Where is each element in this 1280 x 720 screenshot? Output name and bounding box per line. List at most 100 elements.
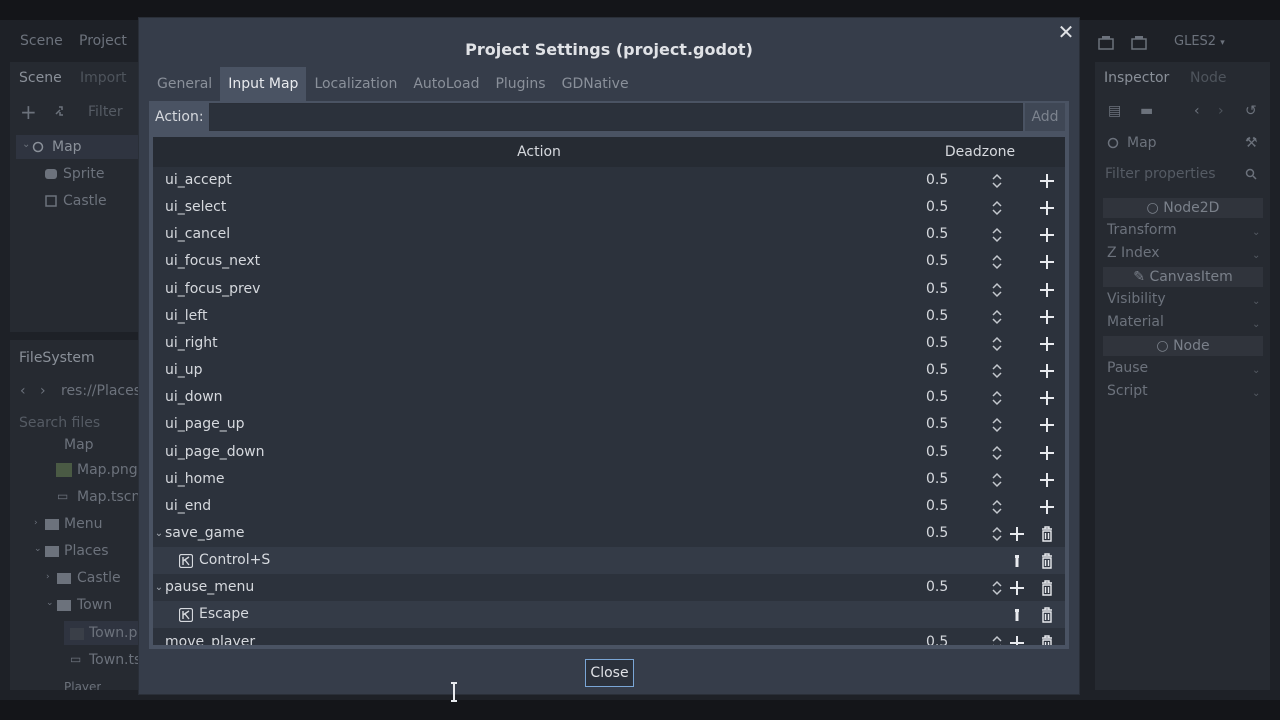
add-event-button[interactable]: [1007, 524, 1027, 544]
action-row[interactable]: ui_up 0.5: [153, 357, 1065, 384]
deadzone-value[interactable]: 0.5: [926, 167, 948, 194]
filesystem-path[interactable]: res://Places: [61, 383, 141, 399]
tab-autoload[interactable]: AutoLoad: [405, 67, 487, 101]
add-event-button[interactable]: [1037, 334, 1057, 354]
deadzone-value[interactable]: 0.5: [926, 330, 948, 357]
deadzone-value[interactable]: 0.5: [926, 303, 948, 330]
deadzone-value[interactable]: 0.5: [926, 574, 948, 601]
link-icon[interactable]: [53, 104, 69, 118]
history-icon[interactable]: ↺: [1245, 103, 1257, 119]
deadzone-value[interactable]: 0.5: [926, 357, 948, 384]
inspector-group-pause[interactable]: Pause: [1107, 360, 1148, 376]
deadzone-value[interactable]: 0.5: [926, 221, 948, 248]
deadzone-spinner-icon[interactable]: [991, 445, 1003, 461]
inspector-group-script[interactable]: Script: [1107, 383, 1148, 399]
filesystem-search-input[interactable]: Search files: [19, 415, 100, 431]
deadzone-value[interactable]: 0.5: [926, 466, 948, 493]
add-event-button[interactable]: [1037, 307, 1057, 327]
add-event-button[interactable]: [1037, 198, 1057, 218]
object-properties-icon[interactable]: ⚒: [1245, 135, 1258, 151]
remove-action-button[interactable]: [1037, 578, 1057, 598]
deadzone-spinner-icon[interactable]: [991, 309, 1003, 325]
tab-plugins[interactable]: Plugins: [487, 67, 553, 101]
expand-arrow-icon[interactable]: ⌄: [46, 598, 54, 608]
deadzone-spinner-icon[interactable]: [991, 227, 1003, 243]
scene-filter-input[interactable]: Filter: [88, 104, 123, 120]
action-row[interactable]: ui_left 0.5: [153, 303, 1065, 330]
add-event-button[interactable]: [1037, 497, 1057, 517]
action-row[interactable]: move_player 0.5: [153, 629, 1065, 646]
forward-arrow-icon[interactable]: ›: [40, 383, 46, 399]
expand-arrow-icon[interactable]: ⌄: [153, 574, 165, 601]
add-event-button[interactable]: [1037, 280, 1057, 300]
collapse-arrow-icon[interactable]: ⌄: [22, 139, 30, 150]
add-action-button[interactable]: Add: [1025, 103, 1065, 131]
deadzone-spinner-icon[interactable]: [991, 173, 1003, 189]
add-event-button[interactable]: [1037, 171, 1057, 191]
remove-event-button[interactable]: [1037, 551, 1057, 571]
history-back-icon[interactable]: ‹: [1194, 103, 1200, 119]
tab-node[interactable]: Node: [1190, 70, 1227, 86]
tab-import[interactable]: Import: [80, 70, 126, 86]
action-row[interactable]: ui_end 0.5: [153, 493, 1065, 520]
inspector-group-zindex[interactable]: Z Index: [1107, 245, 1160, 261]
add-event-button[interactable]: [1037, 388, 1057, 408]
close-button[interactable]: Close: [585, 659, 634, 687]
deadzone-spinner-icon[interactable]: [991, 499, 1003, 515]
play-scene-icon[interactable]: [1098, 36, 1114, 50]
menu-project[interactable]: Project: [79, 33, 127, 49]
add-event-button[interactable]: [1037, 415, 1057, 435]
fs-item-town[interactable]: Town: [77, 597, 112, 613]
fs-item-places[interactable]: Places: [64, 543, 109, 559]
deadzone-value[interactable]: 0.5: [926, 629, 948, 646]
deadzone-value[interactable]: 0.5: [926, 248, 948, 275]
deadzone-spinner-icon[interactable]: [991, 363, 1003, 379]
deadzone-value[interactable]: 0.5: [926, 276, 948, 303]
fs-item-menu[interactable]: Menu: [64, 516, 102, 532]
scene-tree-label-sprite[interactable]: Sprite: [63, 166, 105, 182]
add-event-button[interactable]: [1007, 633, 1027, 645]
deadzone-value[interactable]: 0.5: [926, 439, 948, 466]
action-row[interactable]: ⌄ pause_menu 0.5: [153, 574, 1065, 601]
deadzone-spinner-icon[interactable]: [991, 282, 1003, 298]
fs-item-map-tscn[interactable]: Map.tscn: [77, 489, 140, 505]
expand-arrow-icon[interactable]: ⌄: [153, 520, 165, 547]
history-forward-icon[interactable]: ›: [1218, 103, 1224, 119]
action-row[interactable]: ui_page_up 0.5: [153, 411, 1065, 438]
close-icon[interactable]: ✕: [1057, 22, 1075, 42]
event-row[interactable]: Control+S: [153, 547, 1065, 575]
add-event-button[interactable]: [1037, 470, 1057, 490]
collapse-arrow-icon[interactable]: ›: [34, 518, 38, 528]
action-row[interactable]: ui_right 0.5: [153, 330, 1065, 357]
add-event-button[interactable]: [1007, 578, 1027, 598]
deadzone-spinner-icon[interactable]: [991, 472, 1003, 488]
tree-scrollbar[interactable]: [1059, 167, 1065, 645]
play-custom-icon[interactable]: [1131, 36, 1147, 50]
new-resource-icon[interactable]: ▤: [1108, 103, 1121, 119]
add-node-icon[interactable]: +: [20, 100, 37, 124]
inspector-filter-input[interactable]: Filter properties: [1105, 166, 1216, 182]
deadzone-spinner-icon[interactable]: [991, 580, 1003, 596]
add-event-button[interactable]: [1037, 361, 1057, 381]
deadzone-spinner-icon[interactable]: [991, 200, 1003, 216]
menu-scene[interactable]: Scene: [20, 33, 63, 49]
fs-item-map-png[interactable]: Map.png: [77, 462, 138, 478]
action-row[interactable]: ui_accept 0.5: [153, 167, 1065, 194]
deadzone-value[interactable]: 0.5: [926, 384, 948, 411]
deadzone-spinner-icon[interactable]: [991, 390, 1003, 406]
tab-inspector[interactable]: Inspector: [1104, 70, 1169, 86]
tab-localization[interactable]: Localization: [306, 67, 405, 101]
action-name-input[interactable]: [209, 103, 1023, 131]
scene-tree-label-castle[interactable]: Castle: [63, 193, 107, 209]
expand-arrow-icon[interactable]: ⌄: [34, 544, 42, 554]
load-resource-icon[interactable]: ▬: [1140, 103, 1153, 119]
event-row[interactable]: Escape: [153, 601, 1065, 629]
action-row[interactable]: ui_down 0.5: [153, 384, 1065, 411]
add-event-button[interactable]: [1037, 225, 1057, 245]
remove-action-button[interactable]: [1037, 633, 1057, 645]
action-row[interactable]: ui_cancel 0.5: [153, 221, 1065, 248]
action-row[interactable]: ui_home 0.5: [153, 466, 1065, 493]
deadzone-spinner-icon[interactable]: [991, 254, 1003, 270]
edit-event-button[interactable]: [1007, 605, 1027, 625]
action-row[interactable]: ⌄ save_game 0.5: [153, 520, 1065, 547]
